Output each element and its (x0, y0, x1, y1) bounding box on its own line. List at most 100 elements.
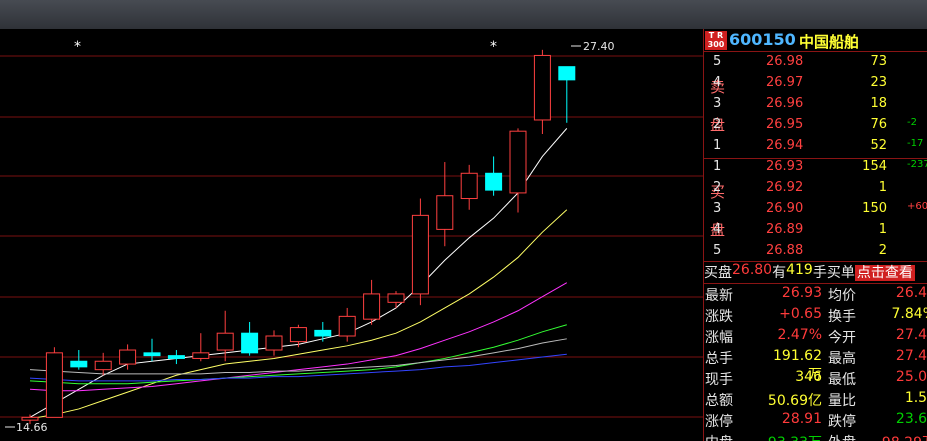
book-price: 26.97 (766, 75, 804, 90)
buy-level-row[interactable]: 1 26.93 154 -237 (704, 159, 927, 180)
quote-label: 最低 (828, 372, 856, 388)
candle-body (45, 352, 63, 418)
buy-level-row[interactable]: 4 26.89 1 (704, 222, 927, 243)
sell-level-row[interactable]: 4 26.97 23 (704, 75, 927, 96)
book-price: 26.88 (766, 243, 804, 258)
book-level: 3 (713, 201, 722, 216)
candle (338, 307, 356, 342)
summary-single: 买单 (826, 265, 855, 281)
candle (119, 344, 137, 370)
candle (167, 350, 185, 365)
quote-value: 28.91 (781, 411, 822, 427)
book-price: 26.90 (766, 201, 804, 216)
book-price: 26.94 (766, 138, 804, 153)
candle (411, 198, 429, 306)
candle (460, 164, 478, 210)
candle (143, 338, 161, 362)
candle (70, 350, 88, 370)
quote-value: 1.50 (904, 390, 927, 406)
book-vol: 1 (878, 180, 887, 195)
summary-has: 有 (772, 265, 787, 281)
quote-value: 93.33万 (766, 432, 822, 441)
candle (192, 333, 210, 362)
quote-label: 现手 (705, 372, 733, 388)
book-level: 4 (713, 75, 722, 90)
buy-level-row[interactable]: 3 26.90 150 +60 (704, 201, 927, 222)
top-toolbar (0, 0, 927, 30)
candle-body (485, 172, 503, 191)
book-price: 26.92 (766, 180, 804, 195)
quote-row: 现手 346 最低 25.00 (704, 369, 927, 390)
quote-label: 总手 (705, 351, 733, 367)
candle (387, 291, 405, 308)
quote-row: 总额 50.69亿量比 1.50 (704, 390, 927, 411)
buy-level-row[interactable]: 5 26.88 2 (704, 243, 927, 264)
sell-level-row[interactable]: 5 26.98 73 (704, 54, 927, 75)
candle-body (411, 214, 429, 295)
candle-body (314, 329, 332, 337)
quote-value: 27.40 (895, 348, 927, 364)
book-price: 26.93 (766, 159, 804, 174)
book-level: 2 (713, 180, 722, 195)
candle (533, 49, 551, 134)
sell-level-row[interactable]: 2 26.95 76 -2 (704, 117, 927, 138)
quote-label: 涨幅 (705, 330, 733, 346)
candles (21, 49, 576, 425)
book-price: 26.95 (766, 117, 804, 132)
candle (241, 321, 259, 356)
book-vol: 1 (878, 222, 887, 237)
quote-label: 最新 (705, 288, 733, 304)
quote-value: 98.29万 (876, 432, 927, 441)
quote-row: 涨停 28.91 跌停 23.65 (704, 411, 927, 432)
quote-value: 7.84% (891, 306, 927, 322)
book-level: 4 (713, 222, 722, 237)
ma-line (29, 209, 568, 420)
candle (558, 66, 576, 123)
tr-badge[interactable]: T R 300 (705, 31, 727, 50)
quote-row: 内盘 93.33万外盘 98.29万 (704, 432, 927, 441)
candle-body (167, 355, 185, 359)
moving-average-lines (29, 128, 568, 420)
candle-body (192, 352, 210, 359)
book-level: 1 (713, 159, 722, 174)
candle-body (436, 195, 454, 230)
candle-body (338, 315, 356, 337)
book-chg: +60 (907, 201, 927, 212)
sell-level-row[interactable]: 3 26.96 18 (704, 96, 927, 117)
high-price-label: 27.40 (583, 40, 615, 53)
quote-panel: T R 300 600150 中国船舶 卖 盘 5 26.98 73 4 26.97 23… (703, 29, 927, 441)
candle (289, 324, 307, 348)
candle-body (241, 332, 259, 354)
candle-body (265, 335, 283, 351)
candle-body (387, 293, 405, 303)
candlestick-chart[interactable]: 27.40 14.66 * * (0, 29, 703, 441)
quote-label: 今开 (828, 330, 856, 346)
book-price: 26.98 (766, 54, 804, 69)
candle-body (533, 54, 551, 121)
view-details-button[interactable]: 点击查看 (854, 265, 915, 281)
quote-value: +0.65 (779, 306, 822, 322)
chart-canvas: 27.40 14.66 * * (0, 39, 703, 434)
book-vol: 76 (870, 117, 887, 132)
quote-label: 内盘 (705, 432, 733, 441)
quote-value: 26.93 (781, 285, 822, 301)
sell-level-row[interactable]: 1 26.94 52 -17 (704, 138, 927, 159)
quote-value: 23.65 (895, 411, 927, 427)
book-vol: 23 (870, 75, 887, 90)
candle (509, 128, 527, 213)
book-vol: 18 (870, 96, 887, 111)
candle-body (216, 332, 234, 351)
quote-label: 换手 (828, 309, 856, 325)
candle-body (21, 416, 39, 421)
buy-level-row[interactable]: 2 26.92 1 (704, 180, 927, 201)
quote-label: 涨停 (705, 414, 733, 430)
quote-row: 涨幅 2.47% 今开 27.40 (704, 327, 927, 348)
quote-row: 最新 26.93 均价 26.45 (704, 285, 927, 306)
quote-label: 量比 (828, 393, 856, 409)
quote-row: 总手191.62万最高27.40 (704, 348, 927, 383)
candle-body (119, 349, 137, 365)
candle-body (94, 360, 112, 371)
book-level: 5 (713, 243, 722, 258)
quote-value: 2.47% (777, 327, 822, 343)
quote-label: 均价 (828, 288, 856, 304)
